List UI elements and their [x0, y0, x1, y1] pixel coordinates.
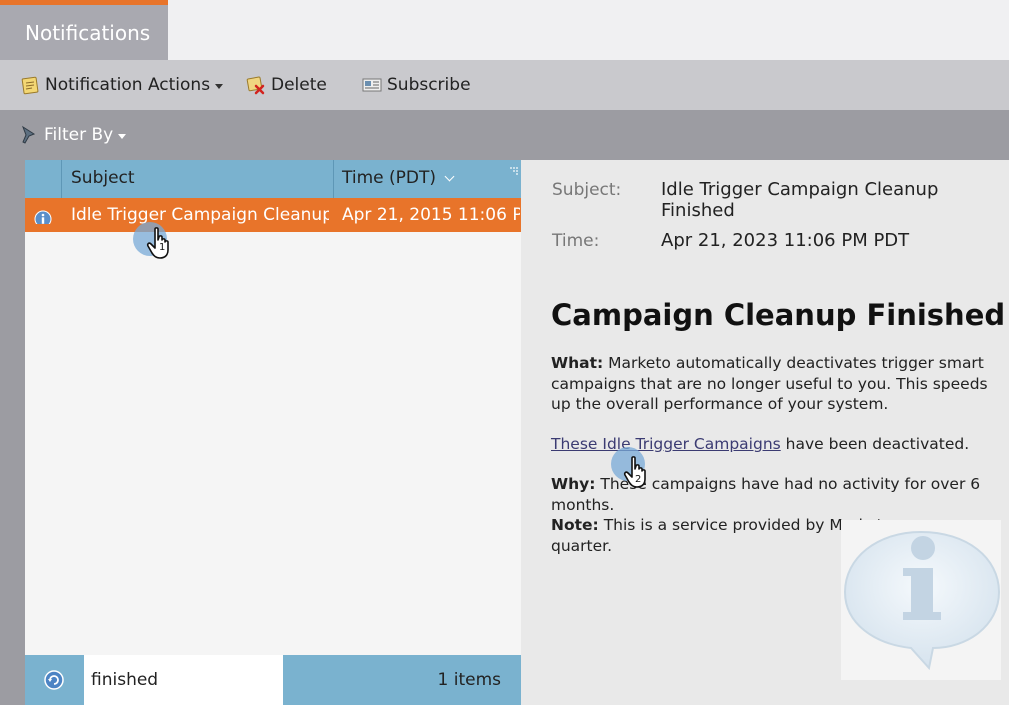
chevron-down-icon: [118, 133, 127, 139]
what-paragraph: What: Marketo automatically deactivates …: [551, 353, 1001, 415]
what-text: Marketo automatically deactivates trigge…: [551, 354, 988, 413]
list-header: Subject Time (PDT): [25, 160, 521, 198]
search-input[interactable]: [84, 655, 283, 705]
filter-icon: [20, 125, 40, 145]
info-balloon-watermark: [841, 520, 1001, 680]
subject-label: Subject:: [552, 180, 622, 200]
column-divider[interactable]: [333, 160, 334, 198]
subject-value: Idle Trigger Campaign Cleanup Finished: [661, 179, 939, 221]
sort-descending-icon: [444, 171, 455, 182]
delete-button[interactable]: Delete: [246, 60, 327, 110]
info-icon: [34, 206, 52, 224]
resize-grip-icon[interactable]: [509, 161, 519, 175]
delete-label: Delete: [271, 75, 327, 95]
list-footer: 1 items: [25, 655, 521, 705]
subscribe-label: Subscribe: [387, 75, 471, 95]
column-header-subject[interactable]: Subject: [71, 160, 135, 198]
column-header-time[interactable]: Time (PDT): [342, 160, 455, 198]
delete-icon: [246, 75, 266, 95]
notification-list: Subject Time (PDT) Idle Trigger Campaign…: [25, 160, 521, 705]
tab-notifications[interactable]: Notifications: [0, 0, 168, 60]
row-subject: Idle Trigger Campaign Cleanup ...: [71, 205, 329, 225]
click-marker-number: 2: [635, 474, 642, 485]
note-label: Note:: [551, 516, 599, 534]
idle-trigger-campaigns-link[interactable]: These Idle Trigger Campaigns: [551, 435, 781, 453]
subscribe-button[interactable]: Subscribe: [362, 60, 471, 110]
what-label: What:: [551, 354, 604, 372]
table-row[interactable]: Idle Trigger Campaign Cleanup ... Apr 21…: [25, 198, 521, 232]
why-label: Why:: [551, 475, 596, 493]
why-text: These campaigns have had no activity for…: [551, 475, 981, 514]
toolbar: Notification Actions Delete Subscribe: [0, 60, 1009, 110]
tab-bar: Notifications: [0, 0, 1009, 60]
link-suffix: have been deactivated.: [785, 435, 970, 453]
chevron-down-icon: [215, 83, 224, 89]
time-value: Apr 21, 2023 11:06 PM PDT: [661, 230, 910, 251]
filter-bar: Filter By: [0, 110, 1009, 160]
refresh-icon[interactable]: [44, 670, 64, 690]
notification-actions-label: Notification Actions: [45, 75, 211, 95]
filter-by-button[interactable]: Filter By: [20, 110, 127, 160]
tab-label: Notifications: [25, 21, 151, 45]
row-time: Apr 21, 2015 11:06 PM: [342, 205, 520, 225]
subscribe-icon: [362, 75, 382, 95]
time-label: Time:: [552, 231, 600, 251]
filter-by-label: Filter By: [44, 125, 114, 145]
notepad-icon: [20, 75, 40, 95]
notification-actions-button[interactable]: Notification Actions: [20, 60, 224, 110]
page-title: Campaign Cleanup Finished: [551, 298, 1006, 332]
notification-detail: Subject: Idle Trigger Campaign Cleanup F…: [521, 160, 1009, 705]
why-paragraph: Why: These campaigns have had no activit…: [551, 474, 1001, 515]
column-divider: [61, 160, 62, 198]
click-marker-number: 1: [159, 242, 166, 253]
item-count: 1 items: [437, 670, 501, 690]
